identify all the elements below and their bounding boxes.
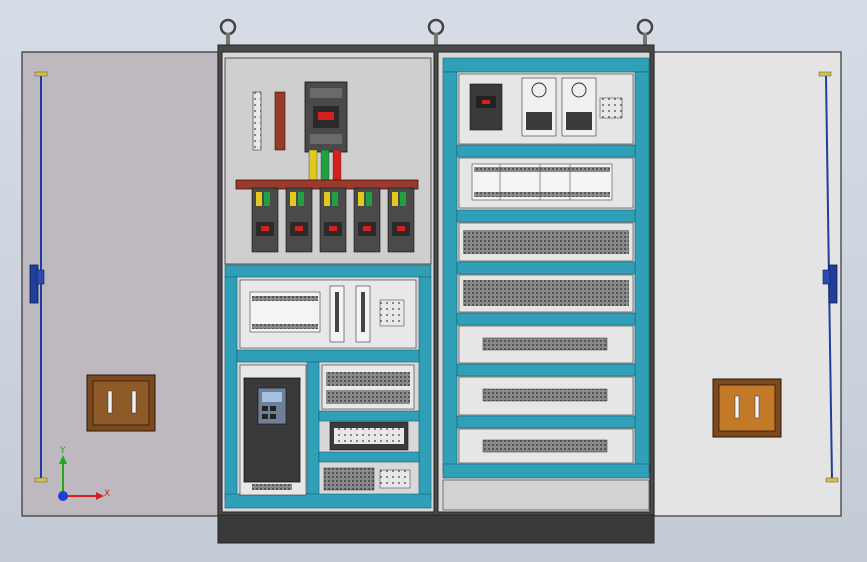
contactor-row-left	[329, 421, 409, 451]
z-axis-icon	[58, 491, 68, 501]
lifting-eye-left	[219, 18, 237, 45]
copper-riser	[274, 91, 286, 151]
terminal-block	[323, 467, 411, 491]
branch-breakers	[251, 187, 415, 253]
left-door	[21, 51, 219, 517]
terminal-strip-2	[458, 376, 634, 416]
right-door	[653, 51, 842, 517]
lifting-eye-center	[427, 18, 445, 45]
y-axis-label: Y	[59, 446, 66, 456]
left-terminal-box	[86, 374, 156, 432]
relay-bank	[321, 364, 415, 410]
lifting-eye-right	[636, 18, 654, 45]
vertical-terminal-strip	[252, 91, 262, 151]
relay-row-2	[458, 274, 634, 313]
right-cabinet	[442, 57, 650, 511]
busbar	[235, 179, 419, 190]
vfd-inverter	[239, 364, 307, 496]
terminal-strip-3	[458, 428, 634, 464]
relay-row-1	[458, 222, 634, 262]
plc-rack	[458, 157, 634, 209]
terminal-strip-1	[458, 325, 634, 364]
branch-breaker	[285, 187, 313, 253]
main-breaker	[304, 81, 348, 153]
x-axis-label: X	[104, 489, 110, 499]
plc-module	[239, 279, 417, 349]
branch-wires	[308, 149, 342, 181]
right-terminal-box	[712, 378, 782, 438]
branch-breaker	[353, 187, 381, 253]
electrical-cabinet-drawing: X Y	[21, 18, 842, 544]
branch-breaker	[319, 187, 347, 253]
branch-breaker	[251, 187, 279, 253]
branch-breaker	[387, 187, 415, 253]
